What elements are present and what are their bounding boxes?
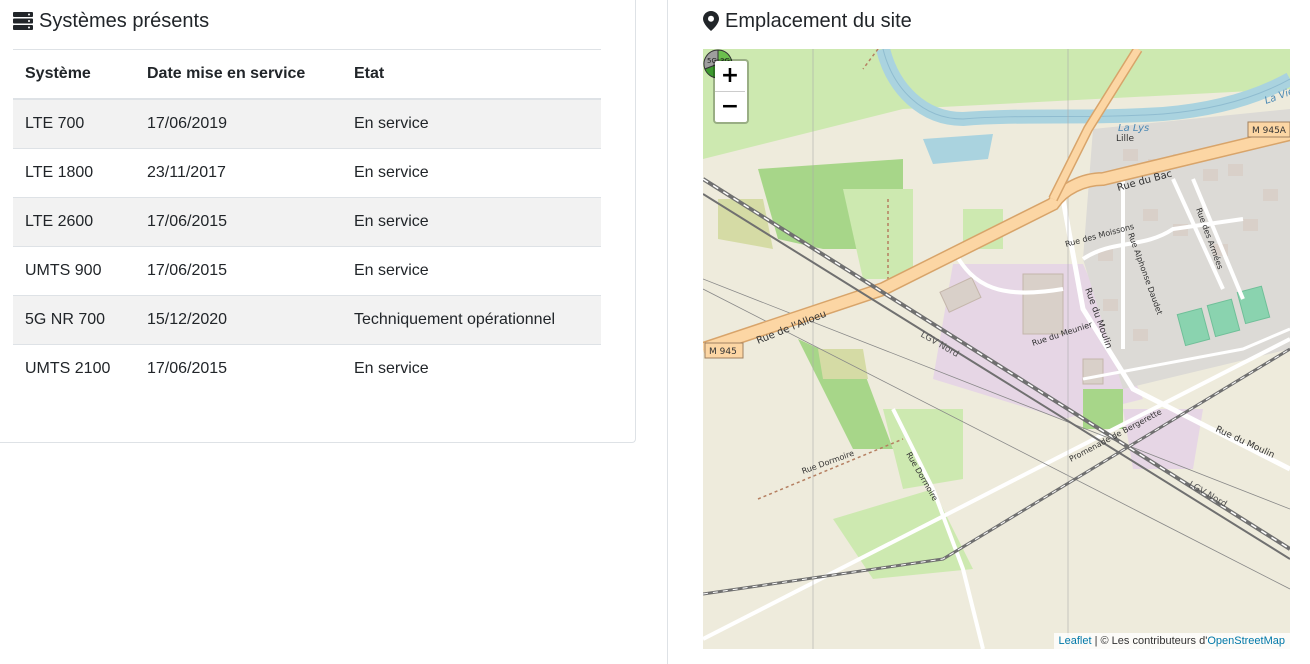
shield-m945: M 945: [704, 342, 744, 359]
cell-etat: Techniquement opérationnel: [342, 295, 601, 345]
cell-date: 17/06/2015: [135, 197, 342, 247]
table-row: UMTS 900 17/06/2015 En service: [13, 246, 601, 296]
location-title-text: Emplacement du site: [725, 10, 912, 32]
cell-systeme: LTE 1800: [13, 148, 135, 198]
cell-systeme: LTE 700: [13, 99, 135, 149]
cell-systeme: LTE 2600: [13, 197, 135, 247]
header-date: Date mise en service: [135, 49, 342, 100]
cell-date: 17/06/2015: [147, 360, 228, 377]
cell-etat: En service: [342, 246, 601, 296]
shield-m945-label: M 945: [709, 347, 737, 357]
attribution-text: | © Les contributeurs d': [1091, 635, 1208, 647]
map-attribution: Leaflet | © Les contributeurs d'OpenStre…: [1053, 633, 1290, 649]
cell-systeme: UMTS 900: [13, 246, 135, 296]
cell-date: 17/06/2019: [135, 99, 342, 149]
label-lille: Lille: [1116, 134, 1135, 144]
site-map[interactable]: Rue de l'Alloeu Rue du Bac La Lys La Vie…: [703, 49, 1290, 649]
zoom-in-button[interactable]: +: [715, 61, 745, 92]
osm-link[interactable]: OpenStreetMap: [1207, 635, 1285, 647]
table-row: UMTS 2100 17/06/2015 En service: [13, 345, 601, 394]
cell-date: 23/11/2017: [135, 148, 342, 198]
systems-title: Systèmes présents: [13, 9, 209, 33]
cell-etat: En service: [342, 99, 601, 149]
table-header-row: Système Date mise en service Etat: [13, 49, 601, 100]
table-row: LTE 2600 17/06/2015 En service: [13, 197, 601, 247]
cell-systeme: 5G NR 700: [13, 295, 135, 345]
table-row: 5G NR 700 15/12/2020 Techniquement opéra…: [13, 295, 601, 345]
zoom-control: + −: [713, 59, 749, 124]
cell-etat: En service: [342, 148, 601, 198]
shield-m945a: M 945A: [1247, 121, 1290, 138]
cell-etat: En service: [342, 197, 601, 247]
map-tiles: Rue de l'Alloeu Rue du Bac La Lys La Vie…: [703, 49, 1290, 649]
leaflet-link[interactable]: Leaflet: [1059, 635, 1092, 647]
table-row: LTE 1800 23/11/2017 En service: [13, 148, 601, 198]
cell-etat: En service: [354, 360, 429, 377]
cell-date: 15/12/2020: [135, 295, 342, 345]
location-title: Emplacement du site: [703, 9, 912, 33]
server-icon: [13, 12, 33, 30]
zoom-out-button[interactable]: −: [715, 92, 745, 122]
cell-date: 17/06/2015: [135, 246, 342, 296]
table-row: LTE 700 17/06/2019 En service: [13, 99, 601, 149]
label-la-lys: La Lys: [1118, 123, 1149, 134]
map-marker-icon: [703, 11, 719, 31]
systems-title-text: Systèmes présents: [39, 10, 210, 32]
header-etat: Etat: [342, 49, 601, 100]
header-systeme: Système: [13, 49, 135, 100]
cell-systeme: UMTS 2100: [25, 360, 111, 377]
systems-table: Système Date mise en service Etat LTE 70…: [13, 49, 601, 393]
shield-m945a-label: M 945A: [1252, 126, 1287, 136]
